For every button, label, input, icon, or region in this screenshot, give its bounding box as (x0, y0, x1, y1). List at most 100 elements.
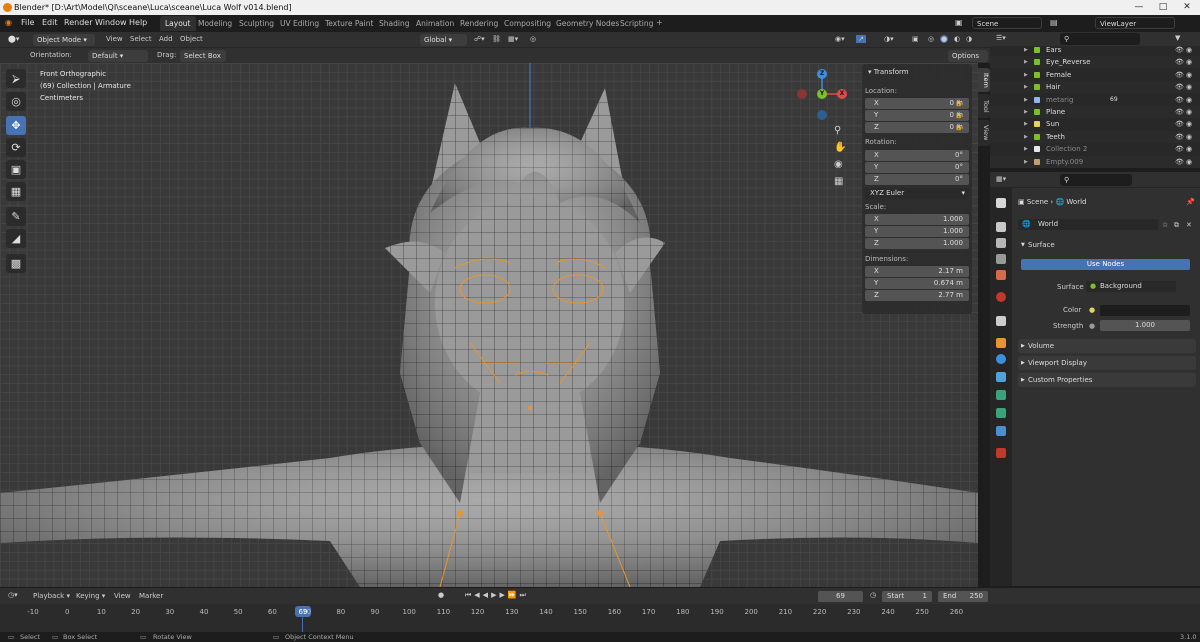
outliner-item[interactable]: ▶ Plane 👁 ◉ (990, 106, 1200, 118)
preview-range-icon[interactable]: ◷ (870, 591, 876, 599)
scene-tab-icon[interactable] (996, 270, 1006, 280)
expand-icon[interactable]: ▶ (1024, 81, 1028, 93)
outliner-item[interactable]: ▶ Empty.009 👁 ◉ (990, 155, 1200, 168)
tab-geometry-nodes[interactable]: Geometry Nodes (551, 16, 624, 31)
annotate-tool-icon[interactable]: ✎ (6, 207, 26, 226)
tab-scripting[interactable]: Scripting (615, 16, 658, 31)
tab-sculpting[interactable]: Sculpting (234, 16, 279, 31)
view-layer-icon[interactable]: ▤ (1050, 18, 1058, 27)
menu-select[interactable]: Select (130, 35, 152, 43)
view-layer-selector[interactable]: ViewLayer (1095, 17, 1175, 29)
outliner-item[interactable]: ▶ Teeth 👁 ◉ (990, 130, 1200, 143)
expand-icon[interactable]: ▶ (1024, 118, 1028, 130)
menu-file[interactable]: File (21, 18, 34, 27)
transform-orientation-dropdown[interactable]: Global ▾ (420, 33, 467, 46)
visibility-eye-icon[interactable]: 👁 (1175, 56, 1184, 68)
drag-dropdown[interactable]: Select Box (180, 49, 226, 62)
add-workspace-button[interactable]: + (656, 18, 663, 27)
pan-hand-icon[interactable]: ✋ (834, 139, 848, 156)
render-camera-icon[interactable]: ◉ (1186, 69, 1192, 81)
expand-icon[interactable]: ▶ (1024, 69, 1028, 81)
options-dropdown[interactable]: Options ▾ (948, 49, 988, 72)
visibility-eye-icon[interactable]: 👁 (1175, 94, 1184, 106)
marker-menu[interactable]: Marker (139, 592, 163, 600)
tab-compositing[interactable]: Compositing (499, 16, 556, 31)
rotation-z-field[interactable]: Z 0° (865, 174, 969, 185)
timeline-editor-icon[interactable]: ◷▾ (8, 591, 18, 599)
outliner-item[interactable]: ▶ Collection 2 👁 ◉ (990, 143, 1200, 155)
expand-icon[interactable]: ▶ (1024, 56, 1028, 68)
timeline-ruler[interactable]: -10 0 10 20 30 40 50 60 70 80 90 100 110 120 130 140 150… (0, 604, 1200, 632)
blender-menu-icon[interactable]: ◉ (5, 18, 12, 27)
gizmo-y-icon[interactable]: Y (817, 89, 827, 99)
world-tab-icon[interactable] (996, 292, 1006, 302)
location-y-field[interactable]: Y0 m (865, 110, 969, 121)
render-camera-icon[interactable]: ◉ (1186, 118, 1192, 130)
unlink-icon[interactable]: ✕ (1186, 221, 1192, 229)
properties-editor-icon[interactable]: ▦▾ (996, 175, 1006, 183)
render-camera-icon[interactable]: ◉ (1186, 131, 1192, 143)
duplicate-icon[interactable]: ⧉ (1174, 221, 1179, 230)
particles-tab-icon[interactable] (996, 372, 1006, 382)
outliner-editor-icon[interactable]: ☰▾ (996, 34, 1006, 42)
expand-icon[interactable]: ▶ (1024, 94, 1028, 106)
constraints-tab-icon[interactable] (996, 408, 1006, 418)
visibility-eye-icon[interactable]: 👁 (1175, 69, 1184, 81)
tab-view[interactable]: View (978, 120, 990, 146)
gizmo-neg-z-icon[interactable] (817, 110, 827, 120)
cursor-tool-icon[interactable]: ◎ (6, 92, 26, 111)
tab-rendering[interactable]: Rendering (455, 16, 503, 31)
render-camera-icon[interactable]: ◉ (1186, 156, 1192, 168)
visibility-eye-icon[interactable]: 👁 (1175, 44, 1184, 56)
dimensions-z-field[interactable]: Z 2.77 m (865, 290, 969, 301)
camera-icon[interactable]: ◉ (834, 156, 848, 173)
volume-section[interactable]: ▶ Volume (1018, 339, 1196, 353)
strength-field[interactable]: 1.000 (1100, 320, 1190, 331)
xray-icon[interactable]: ▣ (912, 35, 919, 43)
gizmo-toggle-icon[interactable]: ↗ (856, 35, 866, 43)
menu-render[interactable]: Render (64, 18, 92, 27)
object-tab-icon[interactable] (996, 338, 1006, 348)
gizmo-x-icon[interactable]: X (837, 89, 847, 99)
minimize-button[interactable]: — (1128, 0, 1150, 15)
fake-user-icon[interactable]: ☆ (1162, 221, 1168, 229)
gizmo-z-icon[interactable]: Z (817, 69, 827, 79)
overlays-icon[interactable]: ◑▾ (884, 35, 894, 43)
current-frame-field[interactable]: 69 (818, 591, 863, 602)
rendered-shading-icon[interactable]: ◑ (966, 35, 972, 43)
visibility-icon[interactable]: ◉▾ (835, 35, 845, 43)
timeline-view-menu[interactable]: View (114, 592, 131, 600)
visibility-eye-icon[interactable]: 👁 (1175, 118, 1184, 130)
color-swatch[interactable] (1100, 305, 1190, 316)
render-tab-icon[interactable] (996, 222, 1006, 232)
render-camera-icon[interactable]: ◉ (1186, 143, 1192, 155)
render-camera-icon[interactable]: ◉ (1186, 94, 1192, 106)
filter-icon[interactable]: ▼ (1175, 34, 1180, 42)
view-layer-tab-icon[interactable] (996, 254, 1006, 264)
tab-layout[interactable]: Layout (160, 16, 196, 31)
tab-modeling[interactable]: Modeling (193, 16, 237, 31)
snap-settings-icon[interactable]: ▦▾ (508, 35, 518, 43)
properties-search-input[interactable]: ⚲ (1060, 174, 1132, 186)
scale-z-field[interactable]: Z 1.000 (865, 238, 969, 249)
surface-shader-field[interactable]: ● Background (1086, 281, 1176, 292)
wireframe-shading-icon[interactable]: ◎ (928, 35, 934, 43)
render-camera-icon[interactable]: ◉ (1186, 56, 1192, 68)
location-z-field[interactable]: Z0 m (865, 122, 969, 133)
menu-help[interactable]: Help (129, 18, 147, 27)
visibility-eye-icon[interactable]: 👁 (1175, 143, 1184, 155)
menu-edit[interactable]: Edit (42, 18, 58, 27)
tab-uv-editing[interactable]: UV Editing (275, 16, 324, 31)
outliner-item[interactable]: ▶ Ears 👁 ◉ (990, 44, 1200, 56)
transform-tool-icon[interactable]: ▦ (6, 182, 26, 201)
render-camera-icon[interactable]: ◉ (1186, 81, 1192, 93)
expand-icon[interactable]: ▶ (1024, 143, 1028, 155)
lock-icon[interactable]: 🔓 (955, 98, 965, 110)
start-frame-field[interactable]: Start 1 (882, 591, 932, 602)
mode-dropdown[interactable]: Object Mode ▾ (33, 33, 95, 46)
end-frame-field[interactable]: End 250 (938, 591, 988, 602)
scale-tool-icon[interactable]: ▣ (6, 160, 26, 179)
scene-selector[interactable]: Scene (972, 17, 1042, 29)
expand-icon[interactable]: ▶ (1024, 156, 1028, 168)
strength-socket-icon[interactable]: ● (1089, 322, 1095, 330)
